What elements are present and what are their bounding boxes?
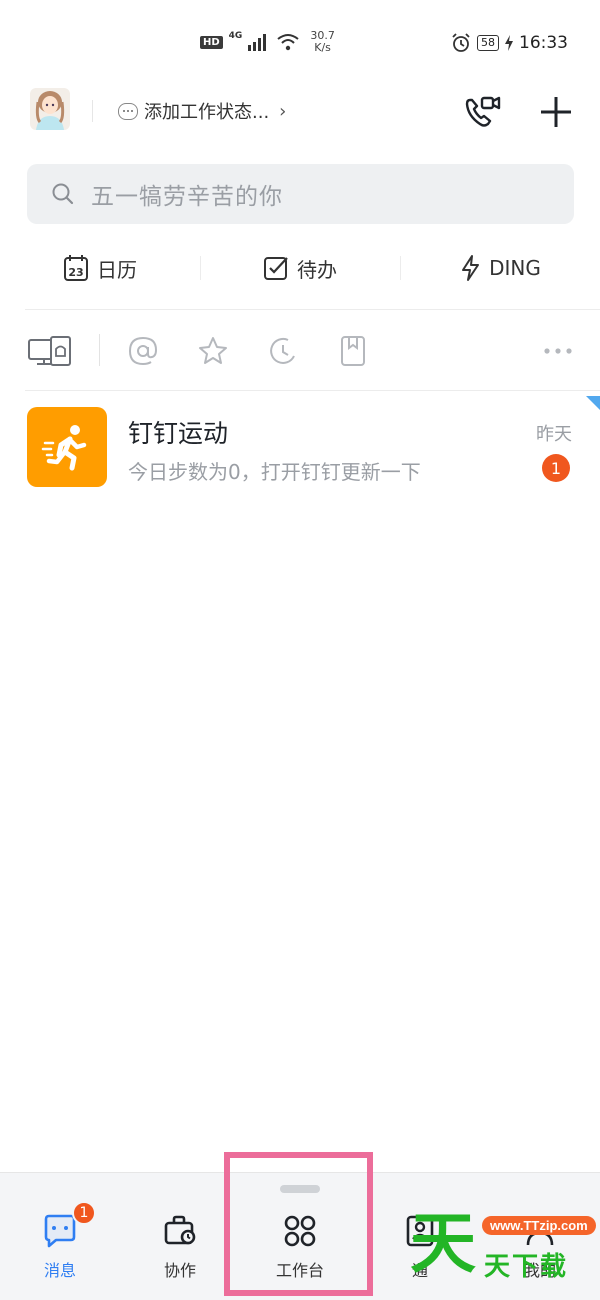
pin-corner-icon	[586, 396, 600, 410]
network-label: 4G	[228, 31, 243, 41]
chat-icon: 1	[42, 1201, 96, 1249]
more-icon[interactable]	[542, 334, 574, 368]
header: 添加工作状态... ›	[0, 88, 600, 148]
running-icon	[41, 425, 87, 471]
hd-badge: HD	[200, 35, 223, 49]
search-placeholder: 五一犒劳辛苦的你	[91, 184, 283, 210]
app-icon	[27, 407, 107, 487]
device-icon[interactable]	[27, 334, 73, 368]
wifi-icon	[277, 34, 299, 51]
watermark-big: 天	[410, 1205, 476, 1282]
clock-time: 16:33	[519, 33, 568, 53]
avatar-image	[30, 88, 70, 130]
calendar-day: 23	[68, 266, 83, 279]
star-icon[interactable]	[196, 334, 230, 368]
status-right: 58 16:33	[451, 33, 568, 53]
briefcase-icon	[162, 1213, 198, 1249]
todo-check-icon	[264, 257, 288, 280]
message-title: 钉钉运动	[128, 419, 229, 448]
tab-messages[interactable]: 1 消息	[20, 1201, 100, 1281]
tab-label: 协作	[163, 1261, 196, 1280]
alarm-icon	[452, 33, 470, 52]
watermark-text: 天下载	[484, 1252, 569, 1282]
search-icon	[52, 183, 74, 205]
message-time: 昨天	[536, 424, 572, 445]
tab-collaborate[interactable]: 协作	[140, 1213, 220, 1281]
speed-unit: K/s	[314, 41, 331, 54]
quick-ding[interactable]: DING	[400, 240, 600, 296]
tab-label: 消息	[43, 1261, 76, 1280]
video-call-icon[interactable]	[462, 92, 502, 132]
divider	[25, 309, 600, 310]
bookmark-icon[interactable]	[336, 334, 370, 368]
search-input[interactable]: 五一犒劳辛苦的你	[27, 164, 574, 224]
lightning-icon	[462, 255, 480, 281]
quick-todo[interactable]: 待办	[200, 240, 400, 296]
ding-label: DING	[489, 256, 541, 280]
calendar-icon: 23	[64, 255, 88, 281]
clock-icon[interactable]	[266, 334, 300, 368]
signal-icon	[248, 34, 267, 51]
work-status-label: 添加工作状态...	[144, 102, 270, 123]
calendar-label: 日历	[97, 257, 137, 282]
network-speed: 30.7 K/s	[310, 30, 335, 54]
charging-icon	[505, 35, 513, 51]
quick-calendar[interactable]: 23 日历	[0, 240, 200, 296]
filter-divider	[99, 334, 100, 366]
divider	[25, 390, 600, 391]
watermark-url: www.TTzip.com	[482, 1216, 596, 1235]
header-divider	[92, 100, 93, 122]
at-icon[interactable]	[126, 334, 160, 368]
tab-badge: 1	[72, 1201, 96, 1225]
todo-label: 待办	[297, 257, 337, 282]
chat-bubble-icon	[118, 102, 138, 120]
watermark-logo: 天 www.TTzip.com 天下载	[410, 1205, 596, 1288]
list-item[interactable]: 钉钉运动 今日步数为0，打开钉钉更新一下 昨天 1	[0, 392, 600, 502]
message-preview: 今日步数为0，打开钉钉更新一下	[128, 460, 421, 484]
battery-level: 58	[477, 35, 499, 51]
quick-actions: 23 日历 待办 DING	[0, 240, 600, 296]
status-bar: HD 4G 30.7 K/s 58 16:33	[0, 0, 600, 88]
status-center: HD 4G 30.7 K/s	[200, 30, 335, 54]
highlight-box	[224, 1152, 373, 1296]
filter-row	[0, 324, 600, 378]
work-status-button[interactable]: 添加工作状态... ›	[118, 98, 286, 124]
avatar[interactable]	[30, 88, 70, 130]
plus-icon[interactable]	[536, 92, 576, 132]
unread-badge: 1	[542, 454, 570, 482]
chevron-right-icon: ›	[279, 100, 287, 122]
